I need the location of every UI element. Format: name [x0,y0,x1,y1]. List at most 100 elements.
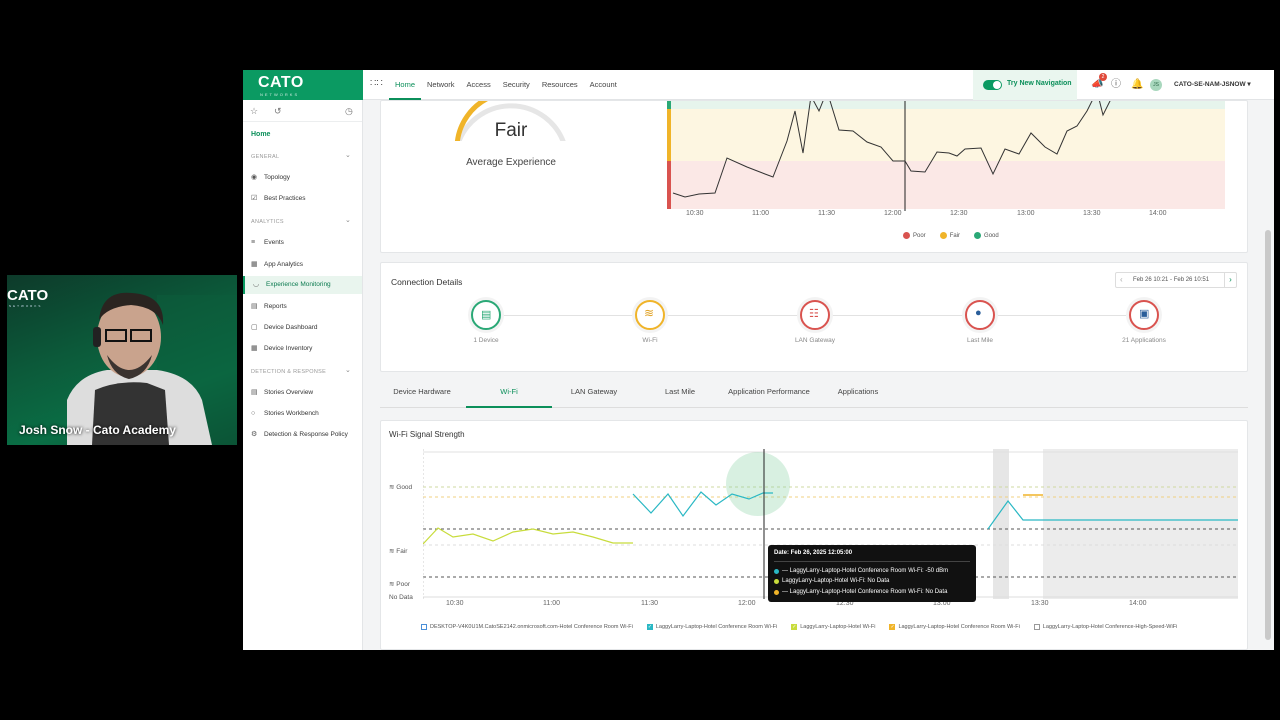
series-dot-icon [774,589,779,595]
checkbox-checked-icon[interactable]: ✓ [889,624,896,630]
sidebar-item-reports[interactable]: ▤ Reports [243,298,362,316]
sidebar-item-device-inventory[interactable]: ▦ Device Inventory [243,340,362,358]
sidebar-home[interactable]: Home [251,131,270,138]
date-range-text: Feb 26 10:21 - Feb 26 10:51 [1133,277,1210,283]
wifi-fair-icon: ≋ [389,548,395,555]
nav-security[interactable]: Security [497,70,536,100]
wifi-good-icon: ≋ [389,484,395,491]
tab-device-hardware[interactable]: Device Hardware [385,378,459,406]
tab-last-mile[interactable]: Last Mile [645,378,715,406]
x-tick: 11:30 [641,600,658,607]
analytics-icon: ▦ [251,261,258,268]
account-selector[interactable]: CATO-SE-NAM-JSNOW ▾ [1174,80,1251,88]
tab-lan-gateway[interactable]: LAN Gateway [558,378,630,406]
x-tick: 13:30 [1031,600,1049,607]
legend-item[interactable]: ✓ LaggyLarry-Laptop-Hotel Conference Room… [889,624,1020,630]
star-icon[interactable]: ☆ [250,106,258,116]
sidebar-item-stories-overview[interactable]: ▤ Stories Overview [243,384,362,402]
sidebar-item-events[interactable]: ≡ Events [243,234,362,252]
legend-good[interactable]: Good [974,232,999,239]
tab-wifi[interactable]: Wi-Fi [466,378,552,408]
chevron-right-icon[interactable]: › [1224,273,1236,287]
y-label-fair: ≋ Fair [389,547,407,555]
cato-app-window: CATO NETWORKS ∷∷ Home Network Access Sec… [243,70,1274,650]
tooltip-divider [774,561,970,562]
wifi-node-label: Wi-Fi [642,337,658,344]
nav-access[interactable]: Access [461,70,497,100]
gauge-value: Fair [494,120,528,141]
applications-node[interactable]: ▣ [1129,300,1159,330]
legend-item[interactable]: ✓ LaggyLarry-Laptop-Hotel Conference Room… [646,624,778,630]
legend-item[interactable]: DESKTOP-V4K0U1M.CatoSE2142.onmicrosoft.c… [421,624,633,630]
nav-network[interactable]: Network [421,70,461,100]
x-tick: 13:30 [1083,210,1101,217]
nav-account[interactable]: Account [584,70,623,100]
avatar[interactable]: JS [1150,79,1162,91]
stories-icon: ▤ [251,389,258,396]
device-node-label: 1 Device [473,337,499,344]
main-content: Fair Average Experience 10:30 11:00 11:3… [363,100,1269,650]
legend-item[interactable]: ✓ LaggyLarry-Laptop-Hotel Wi-Fi [791,624,875,630]
webcam-caption: Josh Snow - Cato Academy [19,423,176,437]
sidebar-item-device-dashboard[interactable]: ▢ Device Dashboard [243,319,362,337]
wifi-node[interactable]: ≋ [635,300,665,330]
monitor-icon: ▤ [481,309,492,321]
chevron-down-icon[interactable]: ⌄ [345,366,351,374]
sidebar-item-best-practices[interactable]: ☑ Best Practices [243,190,362,208]
y-label-no-data: No Data [389,594,413,601]
date-range-picker[interactable]: ‹ Feb 26 10:21 - Feb 26 10:51 › [1115,272,1237,288]
vertical-scrollbar[interactable] [1265,230,1271,640]
app-grid-icon[interactable]: ∷∷ [370,79,383,89]
checkbox-icon[interactable] [421,624,427,630]
sidebar-item-label: Topology [264,174,291,181]
experience-card: Fair Average Experience 10:30 11:00 11:3… [380,100,1248,253]
try-new-navigation[interactable]: Try New Navigation [973,70,1077,100]
lan-gateway-node[interactable]: ☷ [800,300,830,330]
sidebar-item-experience-monitoring[interactable]: ◡ Experience Monitoring [243,276,362,294]
clock-icon[interactable]: ◷ [345,106,353,116]
inventory-icon: ▦ [251,345,258,352]
sidebar-item-app-analytics[interactable]: ▦ App Analytics [243,256,362,274]
nav-resources[interactable]: Resources [536,70,584,100]
workbench-icon: ○ [251,410,256,417]
legend-fair[interactable]: Fair [939,232,960,239]
tooltip-row: — LaggyLarry-Laptop-Hotel Conference Roo… [774,589,947,595]
device-node[interactable]: ▤ [471,300,501,330]
chevron-left-icon[interactable]: ‹ [1120,275,1123,284]
checkbox-checked-icon[interactable]: ✓ [791,624,798,630]
chevron-down-icon[interactable]: ⌄ [345,151,351,159]
x-tick: 11:00 [752,210,769,217]
chevron-down-icon[interactable]: ⌄ [345,216,351,224]
tab-applications[interactable]: Applications [823,378,893,406]
tab-bar: Device Hardware Wi-Fi LAN Gateway Last M… [363,378,1269,408]
sidebar-item-stories-workbench[interactable]: ○ Stories Workbench [243,405,362,423]
section-analytics: ANALYTICS [251,219,284,225]
legend-item[interactable]: LaggyLarry-Laptop-Hotel Conference-High-… [1033,624,1178,630]
navigation-toggle[interactable] [983,80,1002,90]
x-tick: 14:00 [1129,600,1147,607]
history-icon[interactable]: ↺ [274,106,282,116]
try-new-navigation-label: Try New Navigation [1007,80,1072,87]
legend-label: LaggyLarry-Laptop-Hotel Conference Room … [655,624,778,630]
bell-icon[interactable]: 🔔 [1131,79,1143,91]
legend-poor[interactable]: Poor [903,232,926,239]
sidebar-item-label: Device Dashboard [264,324,318,331]
cato-logo[interactable]: CATO NETWORKS [243,70,363,100]
nav-home[interactable]: Home [389,70,422,100]
help-icon[interactable]: ⓘ [1111,79,1121,91]
sidebar-item-label: Detection & Response Policy [264,431,348,438]
legend-label: LaggyLarry-Laptop-Hotel Conference-High-… [1042,624,1178,630]
sidebar-item-detection-response-policy[interactable]: ⚙ Detection & Response Policy [243,426,362,444]
tab-application-performance[interactable]: Application Performance [725,378,813,406]
tooltip-row: LaggyLarry-Laptop-Hotel Wi-Fi: No Data [774,578,889,584]
sidebar-item-topology[interactable]: ◉ Topology [243,169,362,187]
sidebar-item-label: Stories Workbench [264,410,319,417]
wifi-poor-icon: ≋ [389,581,395,588]
y-label-fair-text: Fair [396,548,408,555]
x-tick: 12:00 [884,210,902,217]
checkbox-icon[interactable] [1033,624,1040,630]
checkbox-checked-icon[interactable]: ✓ [646,624,653,630]
x-tick: 12:00 [738,600,756,607]
policy-icon: ⚙ [251,431,258,438]
last-mile-node[interactable]: ● [965,300,995,330]
